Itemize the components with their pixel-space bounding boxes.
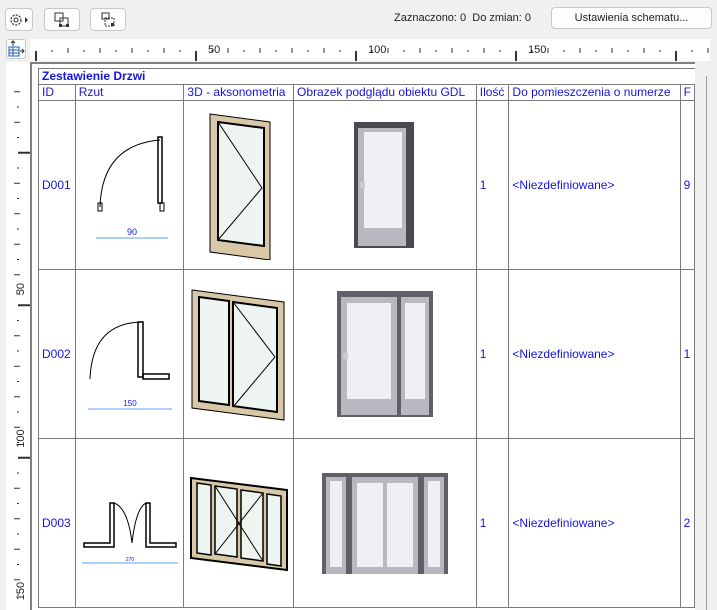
quantity: 1 <box>475 438 510 608</box>
selection-status: Zaznaczono: 0 Do zmian: 0 <box>394 12 531 24</box>
table-row[interactable]: D003 270 1 <Niezdefiniowane> 2 <box>38 438 696 608</box>
vertical-scrollbar[interactable] <box>697 62 717 610</box>
svg-text:150: 150 <box>123 399 137 408</box>
schedule-table: Zestawienie Drzwi ID Rzut 3D - aksonometri… <box>38 68 696 608</box>
ruler-label: 150 <box>15 582 27 600</box>
quantity: 1 <box>475 269 510 439</box>
column-header: Ilość <box>475 84 510 101</box>
vertical-ruler[interactable]: 50 100 150 <box>6 62 30 610</box>
plan-symbol: 150 <box>74 269 185 439</box>
column-header: 3D - aksonometria <box>183 84 295 101</box>
door-id: D003 <box>38 438 76 608</box>
column-header: ID <box>38 84 76 101</box>
gdl-preview-image <box>293 269 477 439</box>
door-id: D002 <box>38 269 76 439</box>
cut-column: 9 <box>679 100 696 270</box>
ruler-label: 100 <box>15 429 27 447</box>
room-number: <Niezdefiniowane> <box>508 269 681 439</box>
select-frame-button[interactable] <box>44 8 80 31</box>
column-header: Do pomieszczenia o numerze <box>508 84 681 101</box>
cut-column: 1 <box>679 269 696 439</box>
gear-icon <box>10 13 28 26</box>
select-frame-icon <box>54 12 69 27</box>
plan-symbol: 90 <box>74 100 185 270</box>
door-id: D001 <box>38 100 76 270</box>
schedule-title: Zestawienie Drzwi <box>38 68 695 85</box>
table-arrows-icon <box>8 40 25 57</box>
horizontal-ruler[interactable]: 50 100 150 <box>30 39 710 61</box>
schedule-settings-button[interactable]: Ustawienia schematu... <box>551 7 712 29</box>
room-number: <Niezdefiniowane> <box>508 100 681 270</box>
axonometric-view <box>183 100 295 270</box>
schedule-sheet: Zestawienie Drzwi ID Rzut 3D - aksonometri… <box>30 62 696 610</box>
table-row[interactable]: D001 90 1 <Niezdefiniowane> 9 <box>38 100 696 270</box>
plan-symbol: 270 <box>74 438 185 608</box>
group-select-icon <box>101 12 115 26</box>
svg-text:270: 270 <box>125 557 134 563</box>
ruler-label: 50 <box>15 283 27 295</box>
cut-column: 2 <box>679 438 696 608</box>
table-row[interactable]: D002 150 1 <Niezdefiniowane> 1 <box>38 269 696 439</box>
group-select-button[interactable] <box>90 8 126 31</box>
gdl-preview-image <box>293 438 477 608</box>
quantity: 1 <box>475 100 510 270</box>
gdl-preview-image <box>293 100 477 270</box>
ruler-label: 100 <box>368 44 386 56</box>
svg-text:90: 90 <box>127 227 137 237</box>
table-origin-button[interactable] <box>6 39 26 59</box>
column-header: Obrazek podglądu obiektu GDL <box>293 84 477 101</box>
room-number: <Niezdefiniowane> <box>508 438 681 608</box>
gear-menu-button[interactable] <box>5 8 33 31</box>
axonometric-view <box>183 269 295 439</box>
column-header: F <box>679 84 696 101</box>
ruler-label: 150 <box>528 44 546 56</box>
ruler-label: 50 <box>208 44 220 56</box>
axonometric-view <box>183 438 295 608</box>
column-header: Rzut <box>74 84 185 101</box>
